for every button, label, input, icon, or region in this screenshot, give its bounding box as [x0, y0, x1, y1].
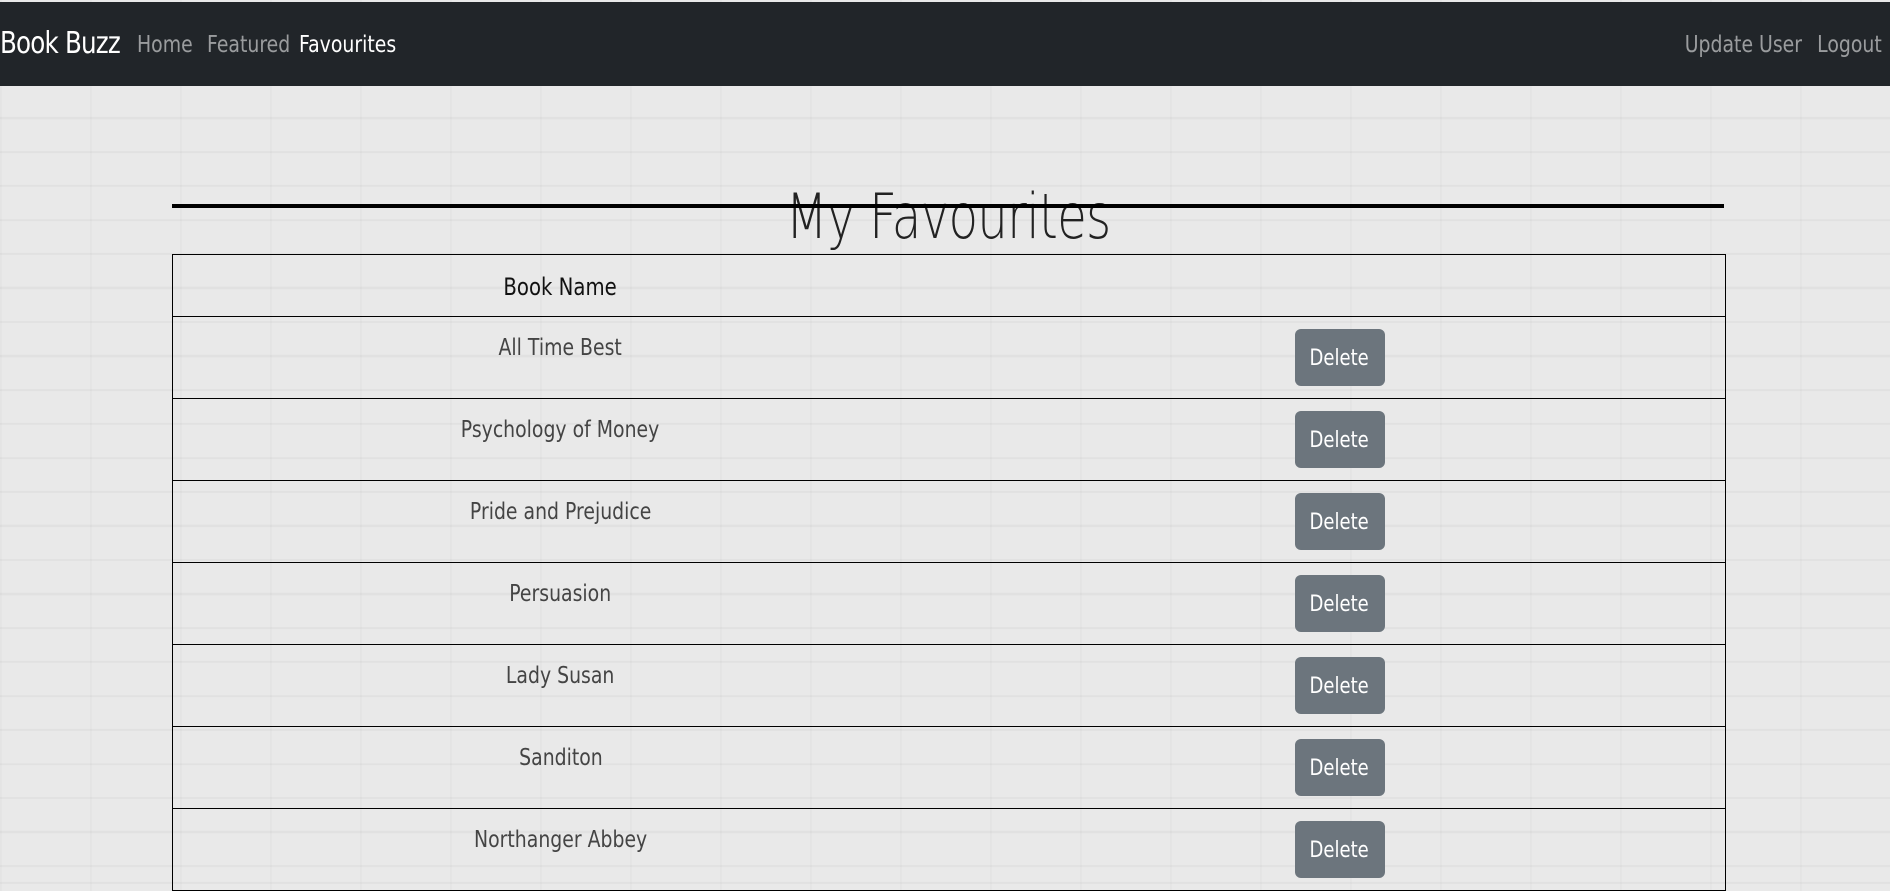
delete-button[interactable]: Delete [1294, 657, 1385, 714]
action-cell: Delete [948, 316, 1726, 399]
book-name-cell: Northanger Abbey [172, 808, 948, 891]
delete-button[interactable]: Delete [1294, 575, 1385, 632]
column-header-book-name: Book Name [172, 254, 948, 317]
delete-button[interactable]: Delete [1294, 739, 1385, 796]
table-row: All Time Best Delete [172, 316, 1726, 399]
table-row: Sanditon Delete [172, 726, 1726, 809]
nav-update-user-link[interactable]: Update User [1685, 32, 1802, 58]
book-name-cell: All Time Best [172, 316, 948, 399]
action-cell: Delete [948, 644, 1726, 727]
book-name-cell: Lady Susan [172, 644, 948, 727]
delete-button[interactable]: Delete [1294, 493, 1385, 550]
table-row: Northanger Abbey Delete [172, 808, 1726, 891]
page-title-text: My Favourites [785, 179, 1111, 253]
table-row: Psychology of Money Delete [172, 398, 1726, 481]
nav-favourites-link[interactable]: Favourites [299, 32, 396, 58]
action-cell: Delete [948, 398, 1726, 481]
nav-featured-link[interactable]: Featured [207, 32, 290, 58]
table-row: Lady Susan Delete [172, 644, 1726, 727]
favourites-table: Book Name All Time Best Delete Psycholog… [172, 254, 1726, 891]
delete-button[interactable]: Delete [1294, 329, 1385, 386]
book-name-cell: Psychology of Money [172, 398, 948, 481]
book-name-cell: Sanditon [172, 726, 948, 809]
action-cell: Delete [948, 808, 1726, 891]
action-cell: Delete [948, 562, 1726, 645]
brand-logo[interactable]: Book Buzz [0, 26, 121, 61]
action-cell: Delete [948, 480, 1726, 563]
title-divider [172, 204, 1724, 208]
action-cell: Delete [948, 726, 1726, 809]
nav-links: Home Featured Favourites [137, 32, 396, 58]
column-header-action [948, 254, 1726, 317]
top-navbar: Book Buzz Home Featured Favourites Updat… [0, 2, 1890, 86]
page-title: My Favourites [172, 180, 1724, 253]
book-name-cell: Pride and Prejudice [172, 480, 948, 563]
table-row: Pride and Prejudice Delete [172, 480, 1726, 563]
table-header-row: Book Name [172, 254, 1726, 317]
delete-button[interactable]: Delete [1294, 411, 1385, 468]
delete-button[interactable]: Delete [1294, 821, 1385, 878]
nav-home-link[interactable]: Home [137, 32, 193, 58]
nav-logout-link[interactable]: Logout [1817, 32, 1882, 58]
table-row: Persuasion Delete [172, 562, 1726, 645]
book-name-cell: Persuasion [172, 562, 948, 645]
